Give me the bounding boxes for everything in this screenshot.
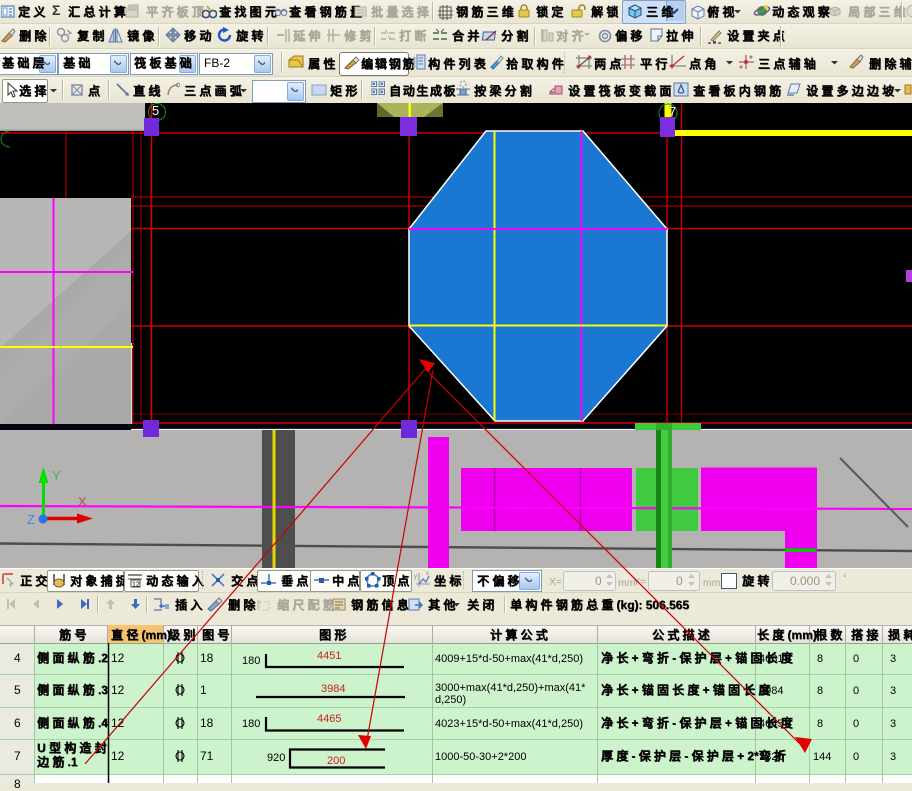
svg-text:x: x xyxy=(426,571,429,577)
svg-text:Y: Y xyxy=(52,468,61,483)
svg-text:X: X xyxy=(78,494,87,509)
svg-text:Z: Z xyxy=(27,512,35,527)
svg-text:12: 12 xyxy=(132,582,140,589)
svg-text:y: y xyxy=(414,574,417,580)
